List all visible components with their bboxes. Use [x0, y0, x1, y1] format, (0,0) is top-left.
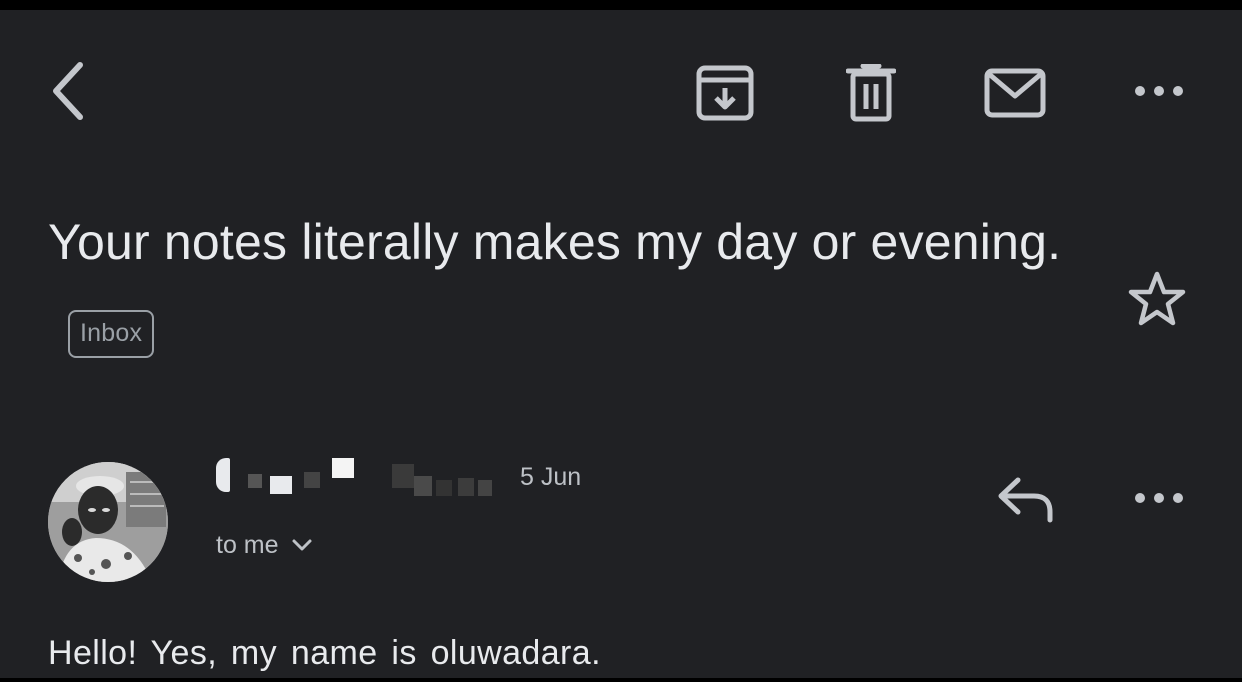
message-date: 5 Jun	[520, 463, 582, 491]
sender-name-obscured	[214, 450, 504, 500]
archive-icon	[696, 64, 754, 122]
subject-text: Your notes literally makes my day or eve…	[48, 213, 1062, 270]
message-body: Hello! Yes, my name is oluwadara.	[48, 634, 601, 672]
chevron-down-icon	[291, 538, 313, 552]
trash-icon	[846, 64, 896, 122]
reply-button[interactable]	[990, 468, 1062, 532]
reply-icon	[996, 476, 1056, 524]
more-horizontal-icon	[1134, 492, 1184, 504]
message-more-options-button[interactable]	[1124, 476, 1194, 520]
bottom-edge	[0, 678, 1242, 682]
back-button[interactable]	[36, 56, 100, 126]
star-icon	[1128, 271, 1186, 327]
recipient-toggle[interactable]: to me	[216, 528, 313, 562]
more-horizontal-icon	[1134, 85, 1184, 97]
inbox-label-badge[interactable]: Inbox	[68, 309, 155, 358]
recipient-text: to me	[216, 531, 279, 559]
sender-avatar[interactable]	[48, 462, 168, 582]
more-options-button[interactable]	[1124, 68, 1194, 114]
email-view: Your notes literally makes my day or eve…	[0, 10, 1242, 678]
mail-icon	[984, 68, 1046, 118]
chevron-left-icon	[48, 61, 88, 121]
delete-button[interactable]	[836, 58, 906, 128]
archive-button[interactable]	[690, 58, 760, 128]
top-edge	[0, 0, 1242, 10]
mark-unread-button[interactable]	[978, 58, 1052, 128]
email-subject: Your notes literally makes my day or eve…	[48, 196, 1068, 368]
star-button[interactable]	[1122, 266, 1192, 332]
